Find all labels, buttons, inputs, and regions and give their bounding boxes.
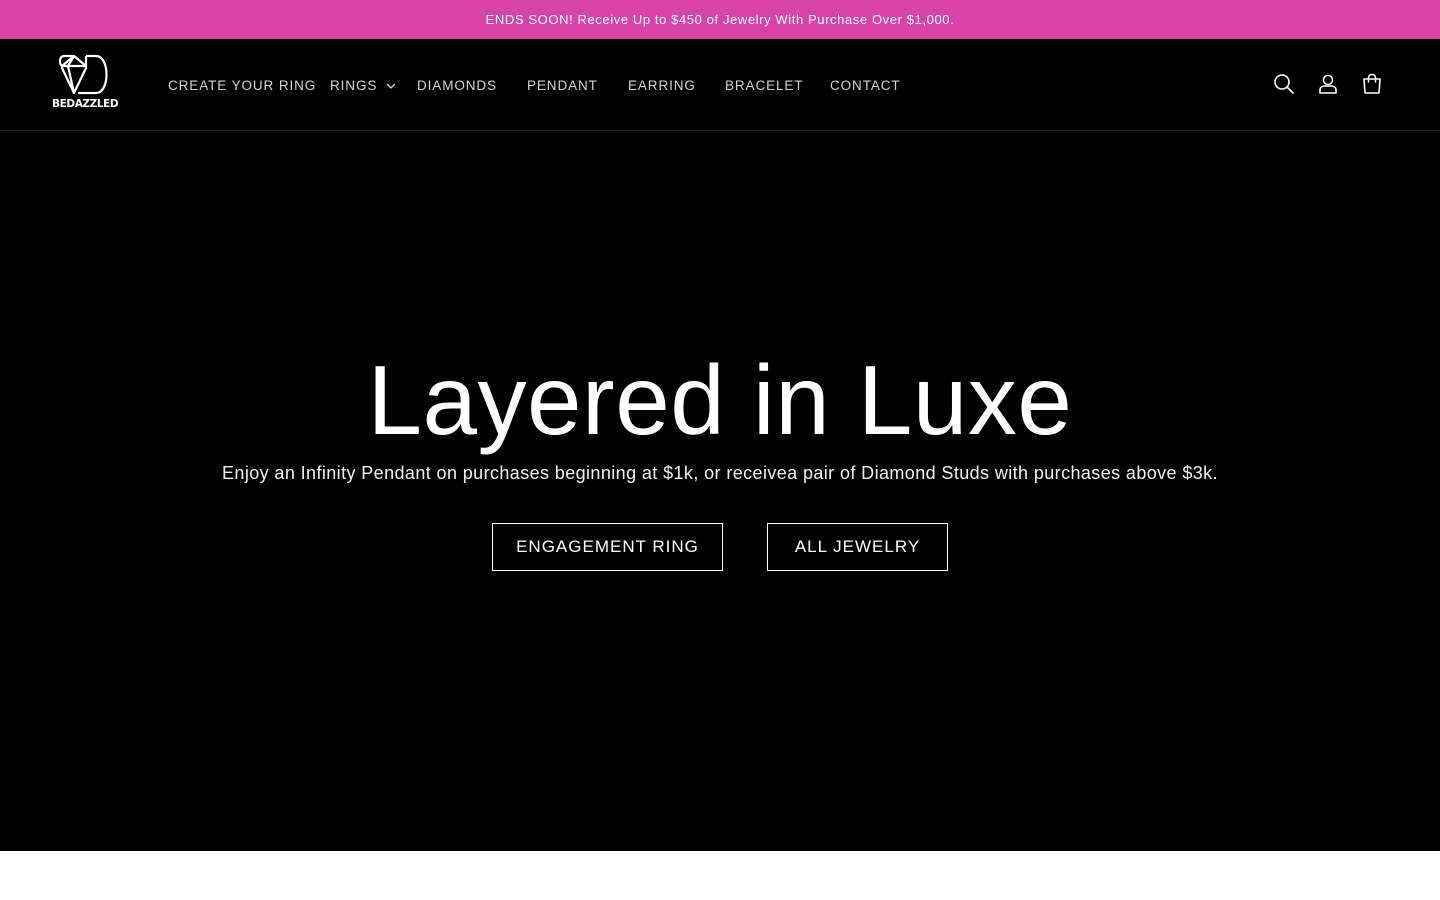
announcement-text: ENDS SOON! Receive Up to $450 of Jewelry… [485,12,955,27]
announcement-bar: ENDS SOON! Receive Up to $450 of Jewelry… [0,0,1440,39]
hero-banner: Layered in Luxe Enjoy an Infinity Pendan… [0,131,1440,851]
engagement-ring-button[interactable]: ENGAGEMENT RING [492,523,723,571]
search-button[interactable] [1272,72,1296,96]
account-icon [1319,74,1337,94]
nav-pendant[interactable]: PENDANT [527,75,598,95]
all-jewelry-button[interactable]: ALL JEWELRY [767,523,948,571]
hero-title: Layered in Luxe [367,345,1073,455]
diamond-logo-icon [58,54,108,95]
nav-rings-label: RINGS [330,77,378,93]
logo-text: BEDAZZLED [52,98,119,110]
nav-earring[interactable]: EARRING [628,75,696,95]
nav-create-your-ring[interactable]: CREATE YOUR RING [168,75,316,95]
nav-contact[interactable]: CONTACT [830,75,901,95]
cart-button[interactable] [1360,72,1384,96]
search-icon [1274,74,1294,94]
site-header: BEDAZZLED CREATE YOUR RING RINGS DIAMOND… [0,39,1440,131]
chevron-down-icon [386,83,396,89]
account-button[interactable] [1316,72,1340,96]
nav-bracelet[interactable]: BRACELET [725,75,803,95]
nav-diamonds[interactable]: DIAMONDS [417,75,497,95]
cart-icon [1363,73,1381,94]
logo[interactable]: BEDAZZLED [52,53,119,119]
nav-rings[interactable]: RINGS [330,75,396,95]
hero-subtitle: Enjoy an Infinity Pendant on purchases b… [222,463,1218,483]
page-content-below [0,851,1440,900]
